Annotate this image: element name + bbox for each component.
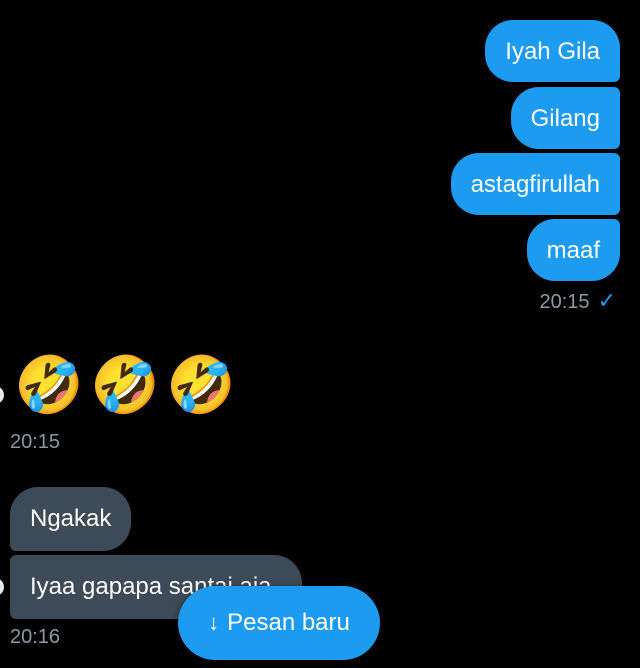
rolling-on-floor-laughing-emoji: 🤣 <box>90 353 160 416</box>
rolling-on-floor-laughing-emoji: 🤣 <box>166 353 236 416</box>
message-text: Gilang <box>530 105 600 132</box>
message-text: maaf <box>546 237 600 264</box>
check-icon: ✓ <box>597 288 616 313</box>
outgoing-message[interactable]: Iyah Gila <box>485 20 620 82</box>
incoming-message[interactable]: Ngakak <box>10 487 132 551</box>
avatar[interactable] <box>0 386 4 404</box>
emoji-message[interactable]: 🤣 🤣 🤣 <box>14 352 236 418</box>
rolling-on-floor-laughing-emoji: 🤣 <box>14 353 84 416</box>
message-timestamp: 20:16 <box>10 626 60 649</box>
timestamp-text: 20:16 <box>10 626 61 648</box>
outgoing-message[interactable]: maaf <box>526 219 620 281</box>
outgoing-message[interactable]: Gilang <box>510 87 620 149</box>
avatar[interactable] <box>0 578 4 596</box>
new-messages-label: Pesan baru <box>227 609 350 636</box>
chat-conversation: Iyah Gila Gilang astagfirullah maaf 20:1… <box>0 0 640 668</box>
message-text: astagfirullah <box>470 171 600 198</box>
message-timestamp: 20:15 <box>10 431 60 454</box>
outgoing-message[interactable]: astagfirullah <box>450 153 620 215</box>
message-text: Iyah Gila <box>505 38 600 65</box>
new-messages-button[interactable]: ↓ Pesan baru <box>178 586 380 660</box>
message-text: Ngakak <box>30 505 112 532</box>
message-timestamp: 20:15 ✓ <box>540 288 617 314</box>
timestamp-text: 20:15 <box>539 291 590 313</box>
arrow-down-icon: ↓ <box>208 610 220 635</box>
timestamp-text: 20:15 <box>10 431 61 453</box>
